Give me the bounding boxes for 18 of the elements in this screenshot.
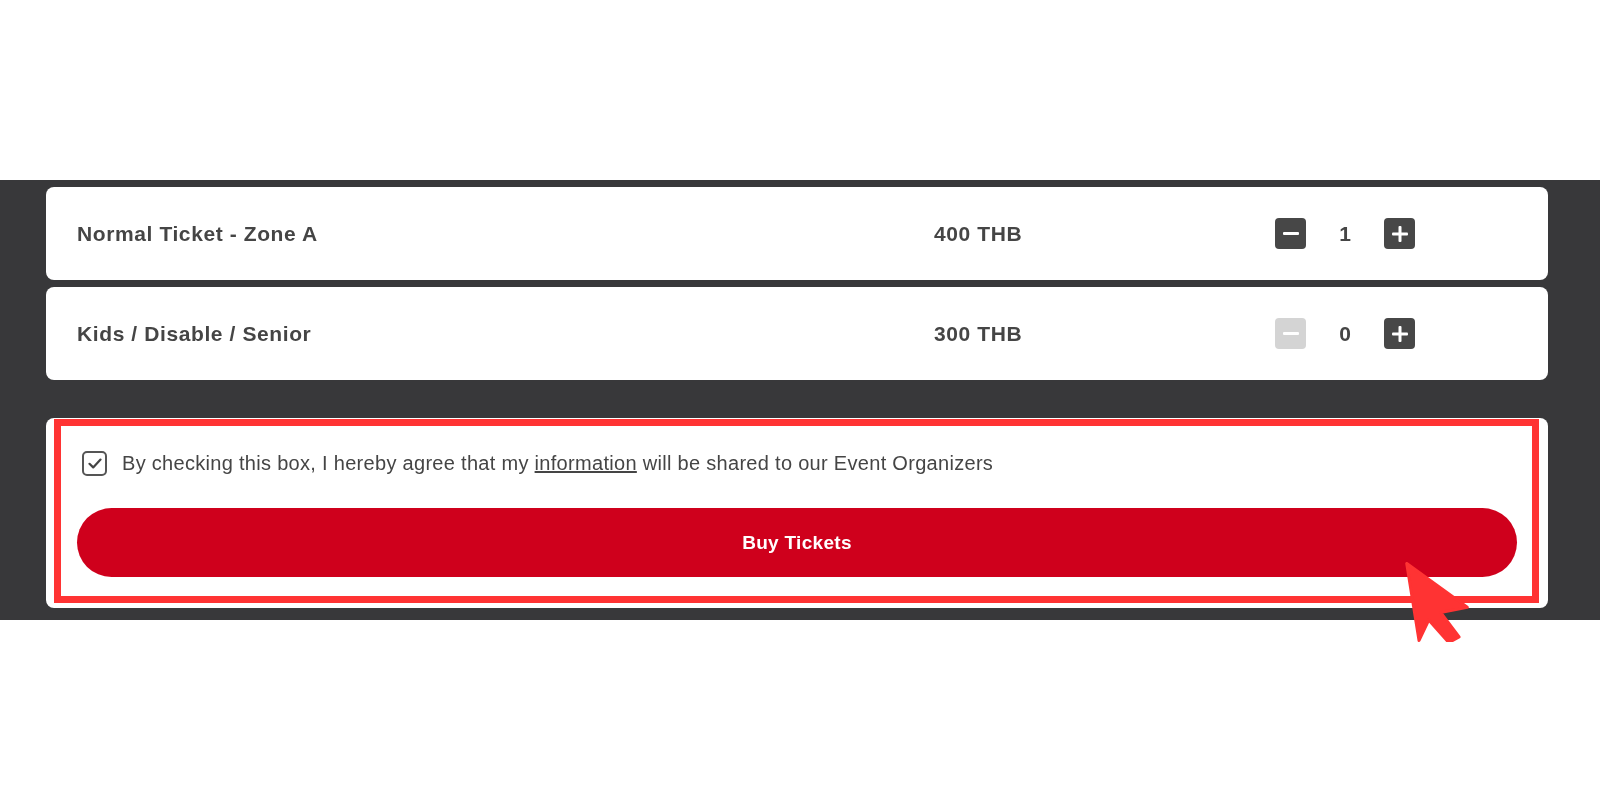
increase-button[interactable]	[1384, 218, 1415, 249]
ticket-name: Kids / Disable / Senior	[77, 321, 312, 346]
checkbox[interactable]	[82, 451, 107, 476]
plus-icon	[1391, 225, 1408, 242]
quantity-value: 1	[1338, 221, 1352, 246]
minus-icon	[1282, 232, 1299, 235]
quantity-value: 0	[1338, 321, 1352, 346]
minus-icon	[1282, 332, 1299, 335]
check-icon	[87, 458, 102, 469]
information-link[interactable]: information	[534, 452, 637, 474]
ticket-name: Normal Ticket - Zone A	[77, 221, 318, 246]
plus-icon	[1391, 325, 1408, 342]
decrease-button[interactable]	[1275, 218, 1306, 249]
buy-tickets-button[interactable]: Buy Tickets	[77, 508, 1517, 577]
ticket-price: 300 THB	[934, 321, 1023, 346]
consent-text: By checking this box, I hereby agree that my information will be shared to our Event Organizers	[122, 452, 994, 475]
ticket-price: 400 THB	[934, 221, 1023, 246]
increase-button[interactable]	[1384, 318, 1415, 349]
